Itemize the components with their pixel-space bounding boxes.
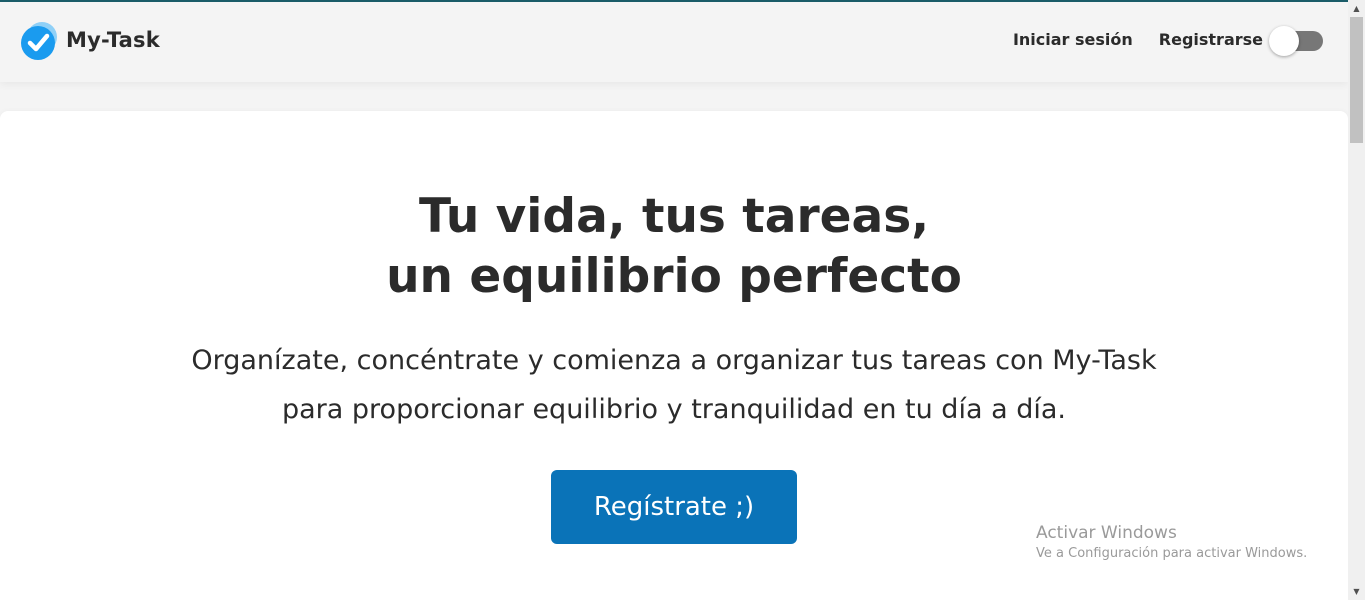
hero-subtitle-line-2: para proporcionar equilibrio y tranquili… [282,394,1066,425]
watermark-subtitle: Ve a Configuración para activar Windows. [1036,546,1308,561]
hero-subtitle: Organízate, concéntrate y comienza a org… [0,336,1348,434]
watermark-title: Activar Windows [1036,523,1177,543]
brand[interactable]: My-Task [20,20,160,60]
nav-links: Iniciar sesión Registrarse [1013,26,1323,56]
login-link[interactable]: Iniciar sesión [1013,30,1133,49]
scroll-down-arrow-icon[interactable]: ▼ [1348,583,1365,600]
hero-title: Tu vida, tus tareas, un equilibrio perfe… [0,187,1348,307]
hero-title-line-1: Tu vida, tus tareas, [418,189,930,244]
theme-toggle[interactable] [1269,26,1323,56]
hero-subtitle-line-1: Organízate, concéntrate y comienza a org… [191,345,1157,376]
check-badge-icon [20,20,58,60]
brand-name: My-Task [66,28,160,52]
scroll-up-arrow-icon[interactable]: ▲ [1348,0,1365,17]
register-link[interactable]: Registrarse [1159,30,1263,49]
toggle-knob [1269,26,1299,56]
vertical-scrollbar[interactable]: ▲ ▼ [1348,0,1365,600]
hero-title-line-2: un equilibrio perfecto [386,249,962,304]
windows-activation-watermark: Activar Windows Ve a Configuración para … [1036,522,1307,564]
navbar: My-Task Iniciar sesión Registrarse [0,2,1348,82]
register-cta-button[interactable]: Regístrate ;) [551,470,797,544]
scroll-thumb[interactable] [1350,17,1363,143]
